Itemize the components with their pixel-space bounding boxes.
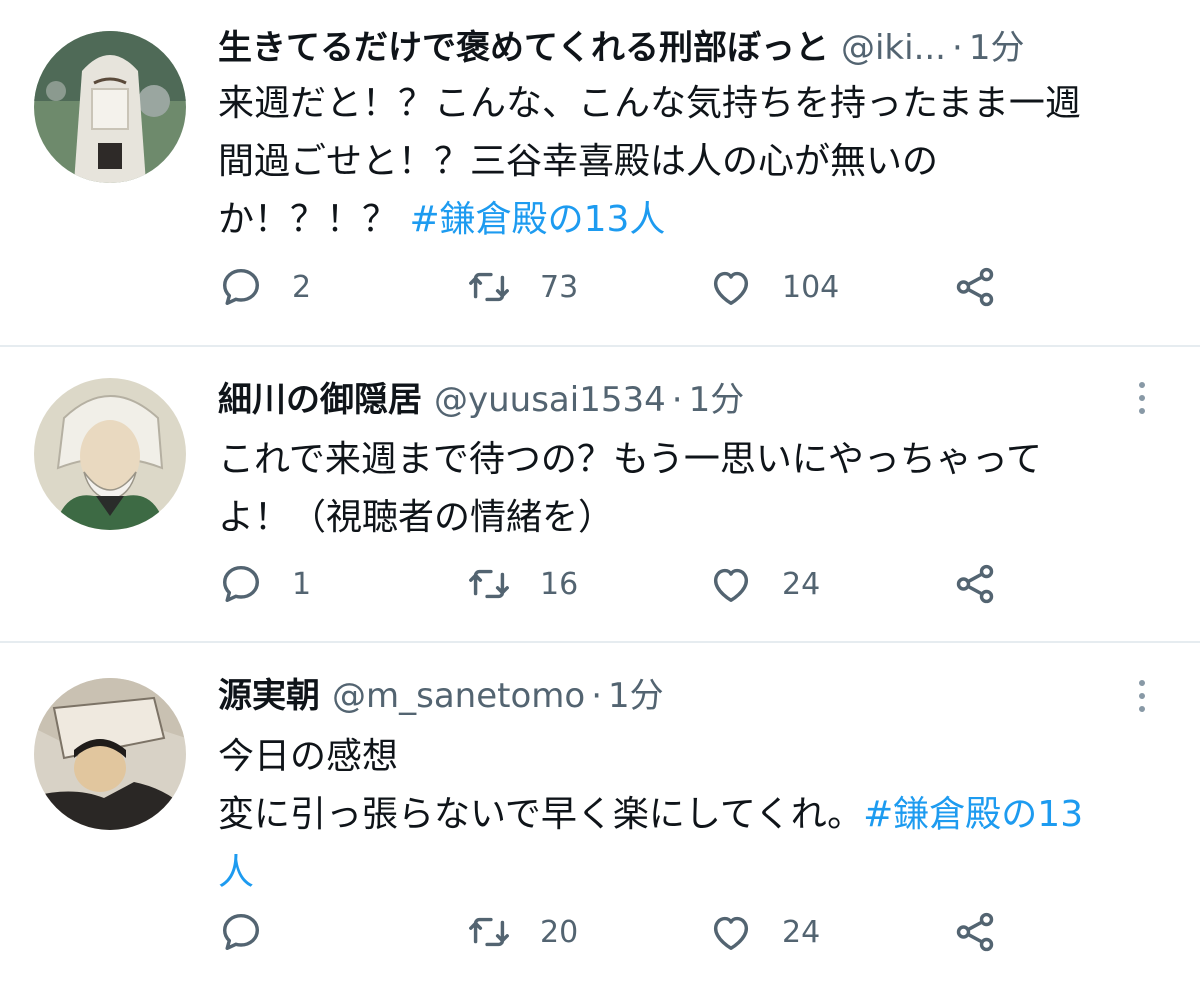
- tweet-text-line: よ！（視聴者の情緒を）: [218, 497, 615, 538]
- separator-dot: ·: [671, 380, 683, 420]
- tweet-text: これで来週まで待つの？もう一思いにやっちゃって よ！（視聴者の情緒を）: [218, 431, 1158, 547]
- more-icon[interactable]: [1132, 378, 1152, 418]
- like-button[interactable]: 104: [708, 262, 839, 312]
- display-name[interactable]: 源実朝: [218, 676, 320, 716]
- reply-icon: [222, 565, 260, 603]
- share-icon: [956, 912, 994, 952]
- more-icon[interactable]: [1132, 676, 1152, 716]
- reply-count: 1: [292, 566, 312, 602]
- avatar[interactable]: [34, 31, 186, 183]
- like-count: 104: [782, 269, 840, 305]
- like-count: 24: [782, 566, 821, 602]
- tweet-actions: 20 24: [218, 907, 1118, 957]
- timestamp[interactable]: 1分: [969, 28, 1025, 68]
- reply-count: 2: [292, 269, 312, 305]
- retweet-button[interactable]: 73: [466, 262, 578, 312]
- avatar-image: [34, 678, 186, 830]
- share-button[interactable]: [952, 559, 998, 609]
- separator-dot: ·: [591, 676, 603, 716]
- retweet-button[interactable]: 20: [466, 907, 578, 957]
- tweet-header: 生きてるだけで褒めてくれる刑部ぼっと @iki... · 1分: [218, 26, 1024, 70]
- like-button[interactable]: 24: [708, 907, 820, 957]
- tweet[interactable]: 細川の御隠居 @yuusai1534 · 1分 これで来週まで待つの？もう一思いにやっ…: [0, 346, 1200, 642]
- hashtag-link[interactable]: #鎌倉殿の13: [863, 794, 1083, 835]
- reply-icon: [222, 913, 260, 951]
- separator-dot: ·: [952, 28, 963, 68]
- tweet[interactable]: 源実朝 @m_sanetomo · 1分 今日の感想 変に引っ張らないで早く楽にしてく…: [0, 642, 1200, 991]
- like-icon: [713, 568, 749, 603]
- share-icon: [956, 564, 994, 604]
- handle[interactable]: @yuusai1534: [434, 380, 666, 420]
- tweet-text-line: 変に引っ張らないで早く楽にしてくれ。: [218, 794, 864, 835]
- share-icon: [956, 267, 994, 307]
- display-name[interactable]: 細川の御隠居: [218, 380, 422, 420]
- share-button[interactable]: [952, 262, 998, 312]
- tweet-text-line: これで来週まで待つの？もう一思いにやっちゃって: [218, 439, 1043, 480]
- tweet[interactable]: 生きてるだけで褒めてくれる刑部ぼっと @iki... · 1分 来週だと！？こんな、こ…: [0, 0, 1200, 346]
- avatar-image: [34, 378, 186, 530]
- reply-button[interactable]: 2: [218, 262, 311, 312]
- like-count: 24: [782, 914, 821, 950]
- retweet-count: 16: [540, 566, 579, 602]
- tweet-actions: 1 16 24: [218, 559, 1118, 609]
- retweet-button[interactable]: 16: [466, 559, 578, 609]
- retweet-icon: [469, 569, 509, 599]
- timeline: 生きてるだけで褒めてくれる刑部ぼっと @iki... · 1分 来週だと！？こんな、こ…: [0, 0, 1200, 991]
- tweet-text-line: 今日の感想: [218, 736, 399, 777]
- tweet-text: 今日の感想 変に引っ張らないで早く楽にしてくれ。#鎌倉殿の13 人: [218, 728, 1158, 902]
- share-button[interactable]: [952, 907, 998, 957]
- tweet-header: 源実朝 @m_sanetomo · 1分: [218, 674, 664, 718]
- tweet-header: 細川の御隠居 @yuusai1534 · 1分: [218, 378, 744, 422]
- avatar[interactable]: [34, 378, 186, 530]
- tweet-text: 来週だと！？こんな、こんな気持ちを持ったまま一週 間過ごせと！？三谷幸喜殿は人の…: [218, 75, 1158, 249]
- display-name[interactable]: 生きてるだけで褒めてくれる刑部ぼっと: [218, 28, 829, 68]
- tweet-text-line: 来週だと！？こんな、こんな気持ちを持ったまま一週: [218, 83, 1081, 124]
- avatar[interactable]: [34, 678, 186, 830]
- reply-button[interactable]: 1: [218, 559, 311, 609]
- avatar-image: [34, 31, 186, 183]
- like-button[interactable]: 24: [708, 559, 820, 609]
- reply-icon: [222, 268, 260, 306]
- retweet-icon: [469, 272, 509, 302]
- retweet-count: 20: [540, 914, 579, 950]
- hashtag-link[interactable]: #鎌倉殿の13人: [409, 199, 665, 240]
- timestamp[interactable]: 1分: [689, 380, 745, 420]
- reply-button[interactable]: [218, 907, 292, 957]
- handle[interactable]: @m_sanetomo: [332, 676, 585, 716]
- retweet-count: 73: [540, 269, 579, 305]
- like-icon: [713, 916, 749, 951]
- tweet-text-line: 間過ごせと！？三谷幸喜殿は人の心が無いの: [218, 141, 939, 182]
- timestamp[interactable]: 1分: [608, 676, 664, 716]
- like-icon: [713, 271, 749, 306]
- hashtag-link-continued[interactable]: 人: [218, 852, 254, 893]
- handle[interactable]: @iki...: [841, 28, 946, 68]
- tweet-text-line: か！？！？: [218, 199, 410, 240]
- tweet-actions: 2 73 104: [218, 262, 1118, 312]
- retweet-icon: [469, 917, 509, 947]
